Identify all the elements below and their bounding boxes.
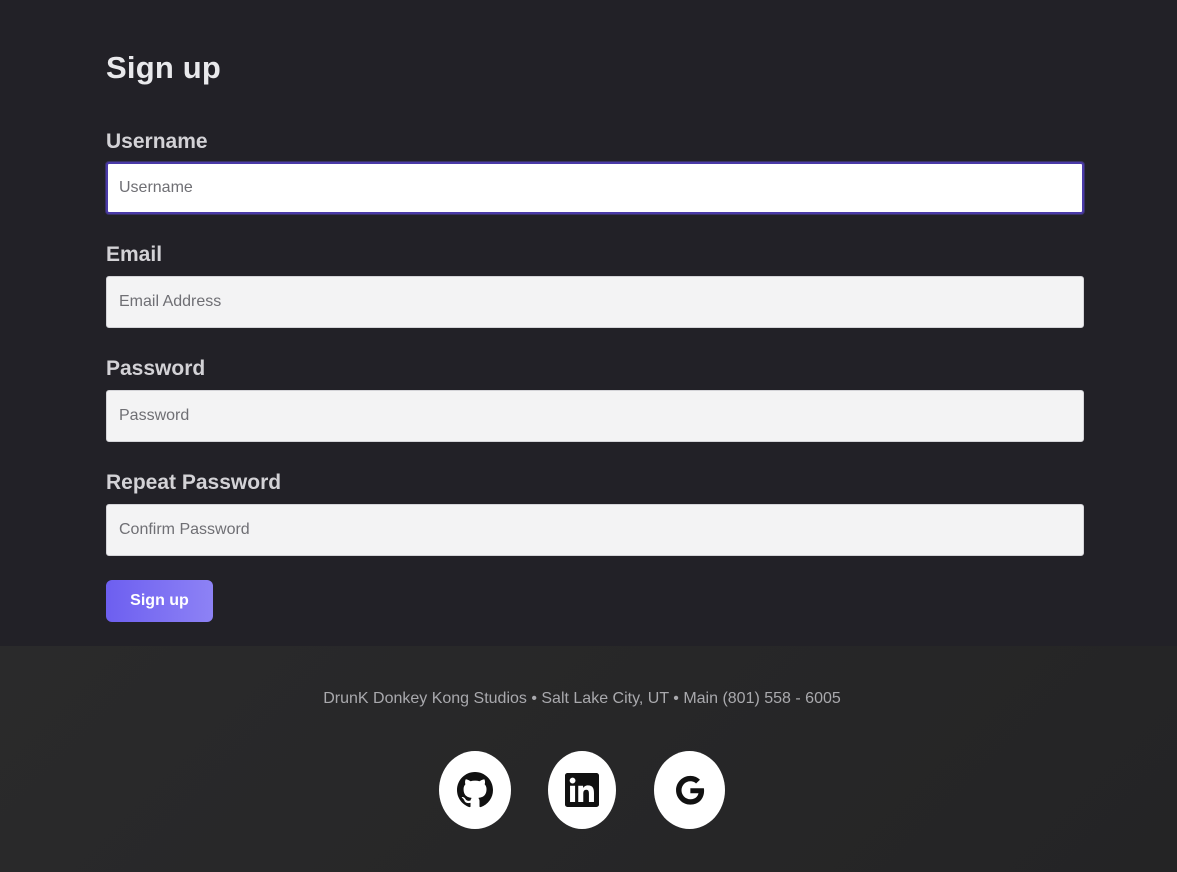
username-input[interactable]	[106, 162, 1084, 214]
signup-page: Sign up Username Email Password Repeat P…	[0, 0, 1177, 646]
footer-contact-text: DrunK Donkey Kong Studios • Salt Lake Ci…	[323, 690, 841, 707]
google-icon	[675, 775, 704, 805]
linkedin-icon	[565, 773, 599, 807]
footer: DrunK Donkey Kong Studios • Salt Lake Ci…	[0, 646, 1177, 872]
username-label: Username	[106, 130, 208, 153]
page-title: Sign up	[106, 50, 222, 85]
email-label: Email	[106, 243, 163, 266]
password-label: Password	[106, 357, 206, 380]
github-link[interactable]	[439, 751, 511, 829]
linkedin-link[interactable]	[548, 751, 616, 829]
repeat-password-label: Repeat Password	[106, 471, 282, 494]
google-link[interactable]	[654, 751, 725, 829]
email-input[interactable]	[106, 276, 1084, 328]
password-input[interactable]	[106, 390, 1084, 442]
repeat-password-input[interactable]	[106, 504, 1084, 556]
github-icon	[457, 772, 493, 808]
signup-button[interactable]: Sign up	[106, 580, 213, 622]
